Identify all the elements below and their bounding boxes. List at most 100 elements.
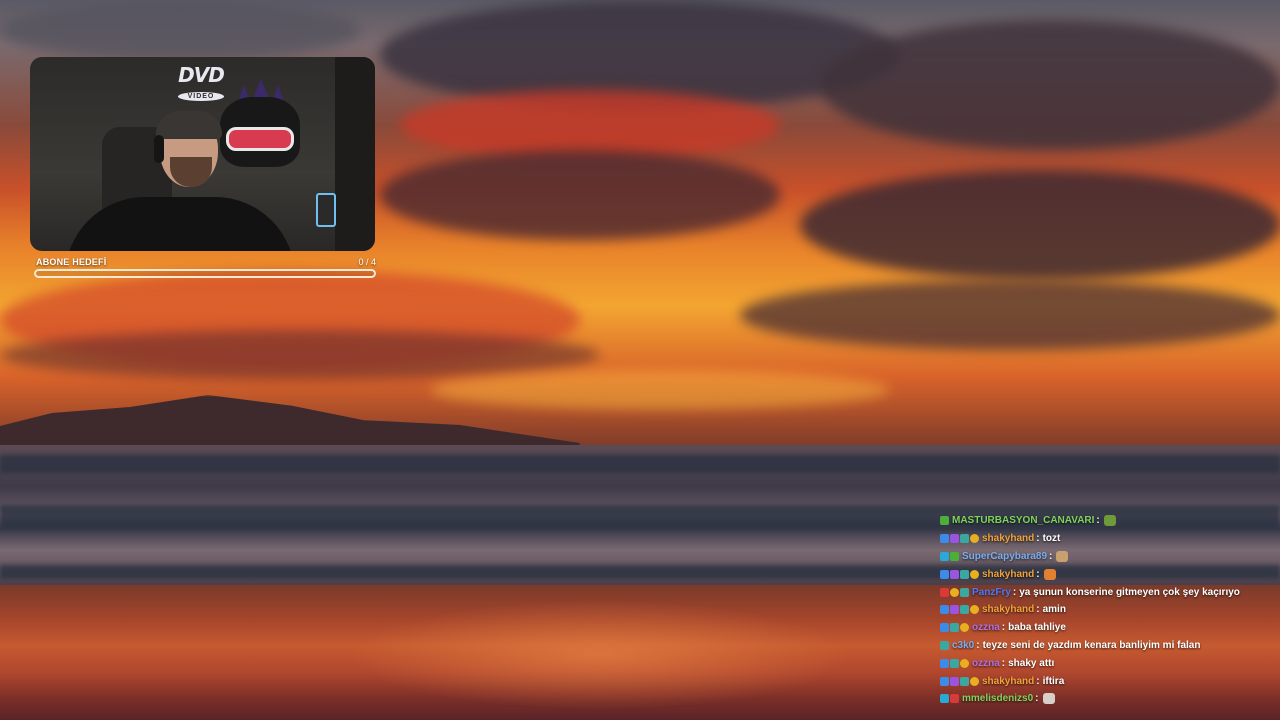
- chat-badges: [940, 640, 949, 650]
- gold-badge-icon: [960, 658, 969, 668]
- microphone-icon: [316, 193, 336, 227]
- dvd-logo-subtext: VIDEO: [177, 92, 225, 101]
- red-badge-icon: [940, 587, 949, 597]
- chat-separator: :: [1096, 515, 1100, 527]
- figure-emote-icon: [1042, 693, 1055, 705]
- cloud: [430, 370, 890, 410]
- cyan-badge-icon: [940, 694, 949, 704]
- chat-message: shakyhand: iftira: [940, 672, 1280, 690]
- red-badge-icon: [950, 694, 959, 704]
- sand-reflection: [350, 600, 850, 710]
- chat-separator: :: [1012, 586, 1017, 598]
- gold-badge-icon: [960, 623, 969, 633]
- chat-username[interactable]: shakyhand: [982, 604, 1034, 615]
- chat-message: mmelisdenizs0:: [940, 690, 1280, 708]
- chat-message: SuperCapybara89:: [940, 548, 1280, 566]
- chat-message: shakyhand:: [940, 565, 1280, 583]
- chat-badges: [940, 534, 979, 544]
- teal-badge-icon: [960, 534, 969, 544]
- cloud: [0, 330, 600, 380]
- cat-emote-icon: [1043, 568, 1056, 580]
- chat-separator: :: [1036, 675, 1040, 687]
- chat-username[interactable]: c3k0: [952, 640, 974, 651]
- blue-badge-icon: [940, 534, 949, 544]
- chat-separator: :: [1001, 622, 1006, 634]
- chat-username[interactable]: PanzFry: [972, 587, 1011, 598]
- gold-badge-icon: [970, 605, 979, 615]
- blue-badge-icon: [940, 569, 949, 579]
- chat-text: iftira: [1042, 675, 1065, 687]
- teal-badge-icon: [960, 587, 969, 597]
- wave: [0, 455, 1280, 473]
- purple-badge-icon: [950, 605, 959, 615]
- chat-username[interactable]: mmelisdenizs0: [962, 693, 1033, 704]
- streamer-hat-top: [156, 111, 222, 139]
- chat-badges: [940, 658, 969, 668]
- teal-badge-icon: [960, 605, 969, 615]
- chat-username[interactable]: SuperCapybara89: [962, 551, 1047, 562]
- blue-badge-icon: [940, 623, 949, 633]
- cloud: [740, 280, 1280, 350]
- chat-badges: [940, 676, 979, 686]
- chat-text: ya şunun konserine gitmeyen çok şey kaçı…: [1019, 586, 1240, 598]
- webcam-overlay: DVD VIDEO: [30, 57, 375, 251]
- blue-badge-icon: [940, 676, 949, 686]
- webcam-wall: [335, 57, 375, 251]
- gold-badge-icon: [950, 587, 959, 597]
- chat-separator: :: [1036, 604, 1040, 616]
- chat-message: ozzna: baba tahliye: [940, 619, 1280, 637]
- cloud: [800, 170, 1280, 280]
- chat-username[interactable]: shakyhand: [982, 676, 1034, 687]
- chat-username[interactable]: ozzna: [972, 622, 1000, 633]
- chat-username[interactable]: shakyhand: [982, 533, 1034, 544]
- chat-badges: [940, 623, 969, 633]
- chat-text: amin: [1042, 604, 1066, 616]
- purple-badge-icon: [950, 569, 959, 579]
- green-badge-icon: [950, 551, 959, 561]
- chat-text: tozt: [1042, 533, 1061, 545]
- chat-username[interactable]: ozzna: [972, 658, 1000, 669]
- gold-badge-icon: [970, 534, 979, 544]
- chat-text: teyze seni de yazdım kenara banliyim mi …: [982, 639, 1201, 651]
- gold-badge-icon: [970, 676, 979, 686]
- chat-username[interactable]: shakyhand: [982, 569, 1034, 580]
- green-badge-icon: [940, 516, 949, 526]
- blue-badge-icon: [940, 605, 949, 615]
- purple-badge-icon: [950, 534, 959, 544]
- chat-separator: :: [976, 639, 980, 651]
- dvd-logo-text: DVD: [178, 63, 225, 87]
- purple-badge-icon: [950, 676, 959, 686]
- chat-badges: [940, 516, 949, 526]
- pepe-emote-icon: [1103, 515, 1116, 527]
- chat-overlay: MASTURBASYON_CANAVARI: shakyhand: tozt Supe…: [940, 512, 1280, 708]
- chat-message: PanzFry: ya şunun konserine gitmeyen çok …: [940, 583, 1280, 601]
- chat-message: shakyhand: amin: [940, 601, 1280, 619]
- cloud: [0, 0, 360, 60]
- blue-badge-icon: [940, 658, 949, 668]
- chat-text: shaky attı: [1008, 657, 1055, 669]
- chat-separator: :: [1036, 533, 1040, 545]
- chat-separator: :: [1035, 693, 1039, 705]
- subscriber-goal-label: ABONE HEDEFİ: [36, 257, 107, 267]
- chat-message: ozzna: shaky attı: [940, 654, 1280, 672]
- teal-badge-icon: [950, 658, 959, 668]
- chat-badges: [940, 587, 969, 597]
- chat-badges: [940, 694, 959, 704]
- cloud: [380, 150, 780, 240]
- chat-separator: :: [1001, 657, 1006, 669]
- teal-badge-icon: [960, 676, 969, 686]
- dvd-logo: DVD VIDEO: [170, 65, 232, 103]
- thinking-emote-icon: [1056, 550, 1069, 562]
- chat-badges: [940, 569, 979, 579]
- gold-badge-icon: [970, 569, 979, 579]
- subscriber-goal-bar: [34, 269, 376, 278]
- chat-separator: :: [1049, 550, 1053, 562]
- chat-text: baba tahliye: [1008, 622, 1066, 634]
- streamer-body: [65, 197, 295, 251]
- subscriber-goal-count: 0 / 4: [358, 257, 376, 267]
- headset-icon: [154, 135, 164, 163]
- chat-username[interactable]: MASTURBASYON_CANAVARI: [952, 515, 1094, 526]
- chat-message: shakyhand: tozt: [940, 530, 1280, 548]
- chat-separator: :: [1036, 568, 1040, 580]
- cloud: [820, 20, 1280, 150]
